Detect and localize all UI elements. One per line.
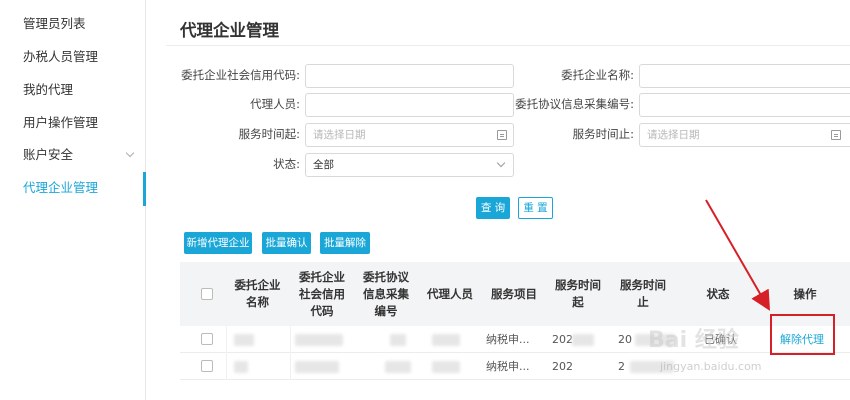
annotation-arrow	[705, 199, 770, 311]
annotation-highlight-box	[770, 314, 835, 355]
